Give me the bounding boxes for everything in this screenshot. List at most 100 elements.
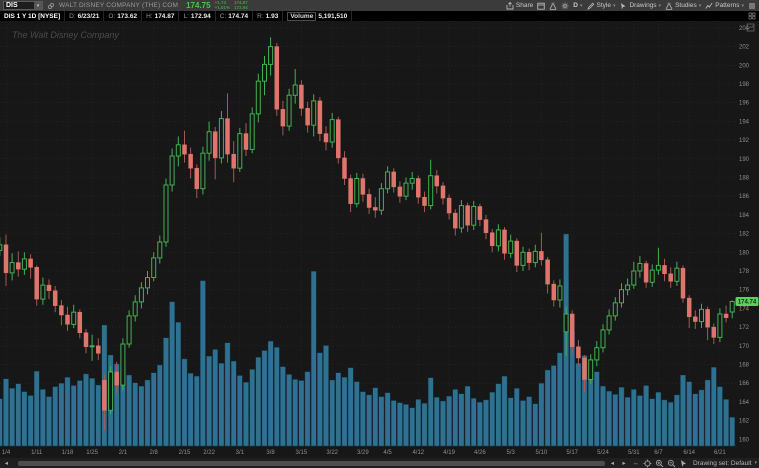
candle-body-up — [250, 114, 254, 149]
volume-bar — [188, 373, 193, 446]
brush-icon — [586, 2, 594, 10]
studies-button[interactable]: Studies▾ — [665, 2, 701, 10]
volume-bar — [662, 400, 667, 446]
candle-body-down — [78, 312, 82, 333]
candle-body-up — [496, 230, 500, 246]
volume-bar — [650, 399, 655, 446]
volume-bar — [644, 386, 649, 447]
volume-bar — [447, 396, 452, 446]
settings-button[interactable] — [561, 2, 569, 10]
volume-bar — [496, 384, 501, 446]
volume-bar — [77, 381, 82, 447]
link-icon[interactable] — [47, 2, 55, 10]
timeframe-button[interactable]: D▾ — [573, 2, 582, 9]
ohlc-infobar: DIS 1 Y 1D [NYSE] D:6/23/21 O:173.62 H:1… — [0, 11, 759, 21]
volume-bar — [305, 372, 310, 446]
zoom-in-icon[interactable] — [655, 459, 664, 468]
volume-bar — [619, 387, 624, 446]
x-axis-tick: 6/7 — [654, 450, 663, 456]
volume-bar — [687, 382, 692, 446]
candle-body-down — [644, 264, 648, 283]
studies-flask-icon — [665, 2, 673, 10]
price-chart[interactable]: 1601621641661681701721741761781801821841… — [0, 21, 759, 458]
volume-bar — [200, 281, 205, 446]
share-button[interactable]: Share — [506, 2, 533, 10]
y-axis-tick: 196 — [739, 101, 750, 107]
candle-body-up — [158, 242, 162, 258]
candle-body-up — [256, 81, 260, 114]
volume-bar — [348, 368, 353, 446]
volume-bar — [440, 401, 445, 446]
low-cell: L:172.94 — [179, 11, 215, 21]
symbol-dropdown-caret[interactable]: ▾ — [34, 2, 42, 9]
volume-bar — [625, 397, 630, 446]
candle-body-down — [367, 194, 371, 207]
drawings-button[interactable]: Drawings▾ — [619, 2, 661, 10]
volume-bar — [520, 401, 525, 447]
volume-bar — [416, 399, 421, 446]
drawing-set-caret[interactable]: ▾ — [755, 460, 758, 466]
candle-body-down — [724, 314, 728, 318]
candle-body-down — [546, 260, 550, 284]
y-axis-tick: 162 — [739, 419, 750, 425]
candle-body-down — [441, 186, 445, 198]
volume-bar — [53, 387, 58, 446]
candle-body-down — [453, 213, 457, 228]
drawing-set-selector[interactable]: Drawing set: Default — [693, 460, 752, 467]
volume-bar — [311, 271, 316, 446]
volume-bar — [422, 403, 427, 446]
y-axis-tick: 180 — [739, 250, 750, 256]
calendar-icon — [537, 2, 545, 10]
volume-bar — [133, 383, 138, 446]
candle-body-down — [416, 179, 420, 198]
symbol-input[interactable]: DIS ▾ — [3, 1, 43, 10]
chart-scrollbar[interactable] — [18, 461, 605, 466]
volume-bar — [613, 394, 618, 446]
candle-body-up — [386, 172, 390, 189]
volume-bar — [354, 382, 359, 446]
zoom-out-icon[interactable] — [667, 459, 676, 468]
pan-right-icon[interactable]: ▸ — [620, 459, 629, 468]
volume-bar — [490, 392, 495, 446]
crosshair-icon[interactable] — [643, 459, 652, 468]
menu-button[interactable] — [748, 2, 756, 10]
patterns-button[interactable]: Patterns▾ — [705, 2, 744, 10]
volume-bar — [90, 378, 95, 446]
y-axis-tick: 166 — [739, 381, 750, 387]
calendar-button[interactable] — [537, 2, 545, 10]
candle-body-up — [269, 47, 273, 65]
candle-body-down — [687, 298, 691, 317]
pointer-icon[interactable] — [679, 459, 688, 468]
volume-bar — [576, 363, 581, 446]
x-axis-tick: 4/12 — [412, 450, 424, 456]
y-axis-tick: 198 — [739, 82, 750, 88]
candle-body-down — [281, 109, 285, 126]
volume-bar — [323, 346, 328, 447]
scroll-left-icon[interactable]: ◂ — [2, 459, 11, 468]
candle-body-down — [484, 220, 488, 233]
volume-bar — [557, 353, 562, 446]
x-axis-tick: 6/21 — [714, 450, 726, 456]
y-axis-tick: 174 — [739, 306, 750, 312]
candle-body-up — [601, 330, 605, 348]
y-axis-tick: 188 — [739, 176, 750, 182]
style-button[interactable]: Style▾ — [586, 2, 615, 10]
fit-width-icon[interactable]: ↔ — [631, 459, 640, 468]
candle-body-down — [515, 241, 519, 265]
candle-body-down — [195, 168, 199, 189]
y-axis-tick: 182 — [739, 232, 750, 238]
candle-body-down — [244, 134, 248, 150]
volume-value: 5,191,510 — [318, 13, 347, 20]
hilo-stack: 174.87 172.94 — [234, 1, 248, 10]
pan-left-icon[interactable]: ◂ — [608, 459, 617, 468]
volume-bar — [207, 356, 212, 446]
candle-body-up — [219, 119, 223, 158]
candle-body-up — [533, 251, 537, 262]
maximize-grid-icon[interactable] — [748, 12, 756, 20]
analysis-button[interactable] — [549, 2, 557, 10]
hamburger-icon — [748, 2, 756, 10]
candle-body-up — [293, 85, 297, 95]
candle-body-down — [466, 206, 470, 226]
candle-body-up — [121, 344, 125, 385]
candle-body-up — [207, 132, 211, 154]
